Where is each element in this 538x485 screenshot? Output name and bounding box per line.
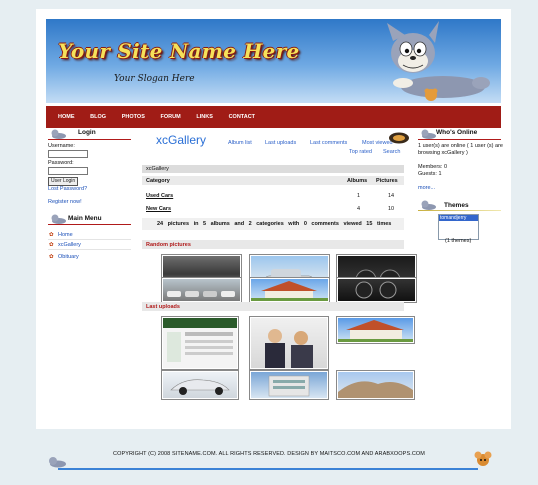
- table-row-category[interactable]: Used Cars: [146, 193, 173, 199]
- menu-separator: [48, 249, 131, 250]
- villa-image: [338, 320, 413, 342]
- gallery-thumbnail[interactable]: [249, 370, 329, 400]
- members-count: Members: 0: [418, 164, 448, 170]
- random-pictures-header: Random pictures: [142, 240, 404, 249]
- whos-online-title: Who's Online: [436, 129, 478, 136]
- gallery-thumbnail[interactable]: [161, 370, 239, 400]
- menu-home-icon: ✿: [49, 232, 54, 238]
- whos-online-divider: [418, 139, 501, 140]
- gallery-thumbnail[interactable]: [336, 277, 417, 303]
- table-row-pictures: 14: [388, 193, 395, 199]
- user-login-button[interactable]: User Login: [48, 177, 79, 186]
- cat-icon: [421, 200, 436, 210]
- main-menu-title: Main Menu: [68, 215, 102, 222]
- menu-item-xcgallery[interactable]: xcGallery: [58, 242, 81, 248]
- lost-password-link[interactable]: Lost Password?: [48, 186, 87, 192]
- link-top-rated[interactable]: Top rated: [349, 149, 372, 155]
- random-pictures-title: Random pictures: [146, 242, 191, 248]
- gauges-image: [355, 281, 397, 299]
- last-uploads-title: Last uploads: [146, 304, 180, 310]
- gallery-stats: 24 pictures in 5 albums and 2 categories…: [157, 221, 392, 227]
- breadcrumb-bar: [142, 165, 404, 173]
- themes-title: Themes: [444, 202, 469, 209]
- main-menu-divider: [48, 224, 131, 225]
- table-row-category[interactable]: New Cars: [146, 206, 171, 212]
- password-label: Password:: [48, 160, 74, 166]
- col-albums: Albums: [347, 178, 368, 184]
- cat-icon: [51, 129, 66, 139]
- theme-option-selected[interactable]: tomandjerry: [439, 215, 478, 221]
- gallery-thumbnail[interactable]: [161, 277, 242, 303]
- table-row-albums: 1: [357, 193, 361, 199]
- username-label: Username:: [48, 143, 75, 149]
- menu-separator: [48, 239, 131, 240]
- mouse-mascot-icon: [474, 451, 492, 466]
- nav-blog[interactable]: BLOG: [90, 114, 106, 120]
- nav-home[interactable]: HOME: [58, 114, 75, 120]
- register-link[interactable]: Register now!: [48, 199, 82, 205]
- col-pictures: Pictures: [376, 178, 398, 184]
- menu-item-obituary[interactable]: Obituary: [58, 254, 79, 260]
- site-header: Your Site Name Here Your Slogan Here: [46, 19, 501, 103]
- cat-mascot-image: [387, 21, 490, 101]
- nav-photos[interactable]: PHOTOS: [122, 114, 145, 120]
- guests-count: Guests: 1: [418, 171, 442, 177]
- gallery-title[interactable]: xcGallery: [156, 133, 206, 147]
- house-image: [251, 281, 328, 301]
- cat-icon: [51, 214, 66, 224]
- more-link[interactable]: more...: [418, 185, 435, 191]
- site-name[interactable]: Your Site Name Here: [58, 39, 300, 63]
- themes-divider: [418, 210, 501, 211]
- office-building-image: [268, 375, 310, 397]
- gallery-thumbnail[interactable]: [249, 316, 329, 370]
- sports-car-image: [170, 379, 230, 395]
- menu-obituary-icon: ✿: [49, 254, 54, 260]
- nav-contact[interactable]: CONTACT: [229, 114, 255, 120]
- themes-count: (1 themes): [445, 238, 472, 244]
- gallery-thumbnail[interactable]: [336, 370, 415, 400]
- cars-row-image: [167, 291, 235, 297]
- breadcrumb[interactable]: xcGallery: [146, 166, 169, 172]
- username-input[interactable]: [48, 150, 88, 158]
- online-status-text: 1 user(s) are online ( 1 user (s) are br…: [418, 143, 503, 156]
- last-uploads-header: Last uploads: [142, 302, 404, 311]
- theme-select[interactable]: tomandjerry: [438, 214, 479, 240]
- cat-icon: [49, 457, 66, 468]
- website-screenshot-image: [163, 318, 237, 362]
- site-slogan: Your Slogan Here: [114, 74, 195, 84]
- gallery-thumbnail[interactable]: [161, 316, 239, 370]
- page-container: Your Site Name Here Your Slogan Here HOM…: [36, 9, 511, 429]
- link-last-uploads[interactable]: Last uploads: [265, 140, 296, 146]
- table-row-pictures: 10: [388, 206, 395, 212]
- nav-forum[interactable]: FORUM: [161, 114, 181, 120]
- footer-divider: [58, 468, 478, 470]
- table-row-albums: 4: [357, 206, 361, 212]
- gallery-thumbnail[interactable]: [336, 316, 415, 344]
- menu-item-home[interactable]: Home: [58, 232, 73, 238]
- gallery-logo-icon: [389, 132, 409, 144]
- link-search[interactable]: Search: [383, 149, 400, 155]
- business-meeting-image: [265, 329, 313, 368]
- cat-icon: [421, 129, 436, 139]
- link-album-list[interactable]: Album list: [228, 140, 252, 146]
- password-input[interactable]: [48, 167, 88, 175]
- gallery-thumbnail[interactable]: [249, 277, 330, 303]
- nav-links[interactable]: LINKS: [196, 114, 213, 120]
- main-navbar: HOME BLOG PHOTOS FORUM LINKS CONTACT: [46, 106, 501, 128]
- menu-xcgallery-icon: ✿: [49, 242, 54, 248]
- col-category: Category: [146, 178, 170, 184]
- link-last-comments[interactable]: Last comments: [310, 140, 347, 146]
- footer-copyright: COPYRIGHT (C) 2008 SITENAME.COM. ALL RIG…: [113, 451, 425, 457]
- login-title: Login: [78, 129, 96, 136]
- hillside-image: [338, 381, 413, 398]
- login-divider: [48, 139, 131, 140]
